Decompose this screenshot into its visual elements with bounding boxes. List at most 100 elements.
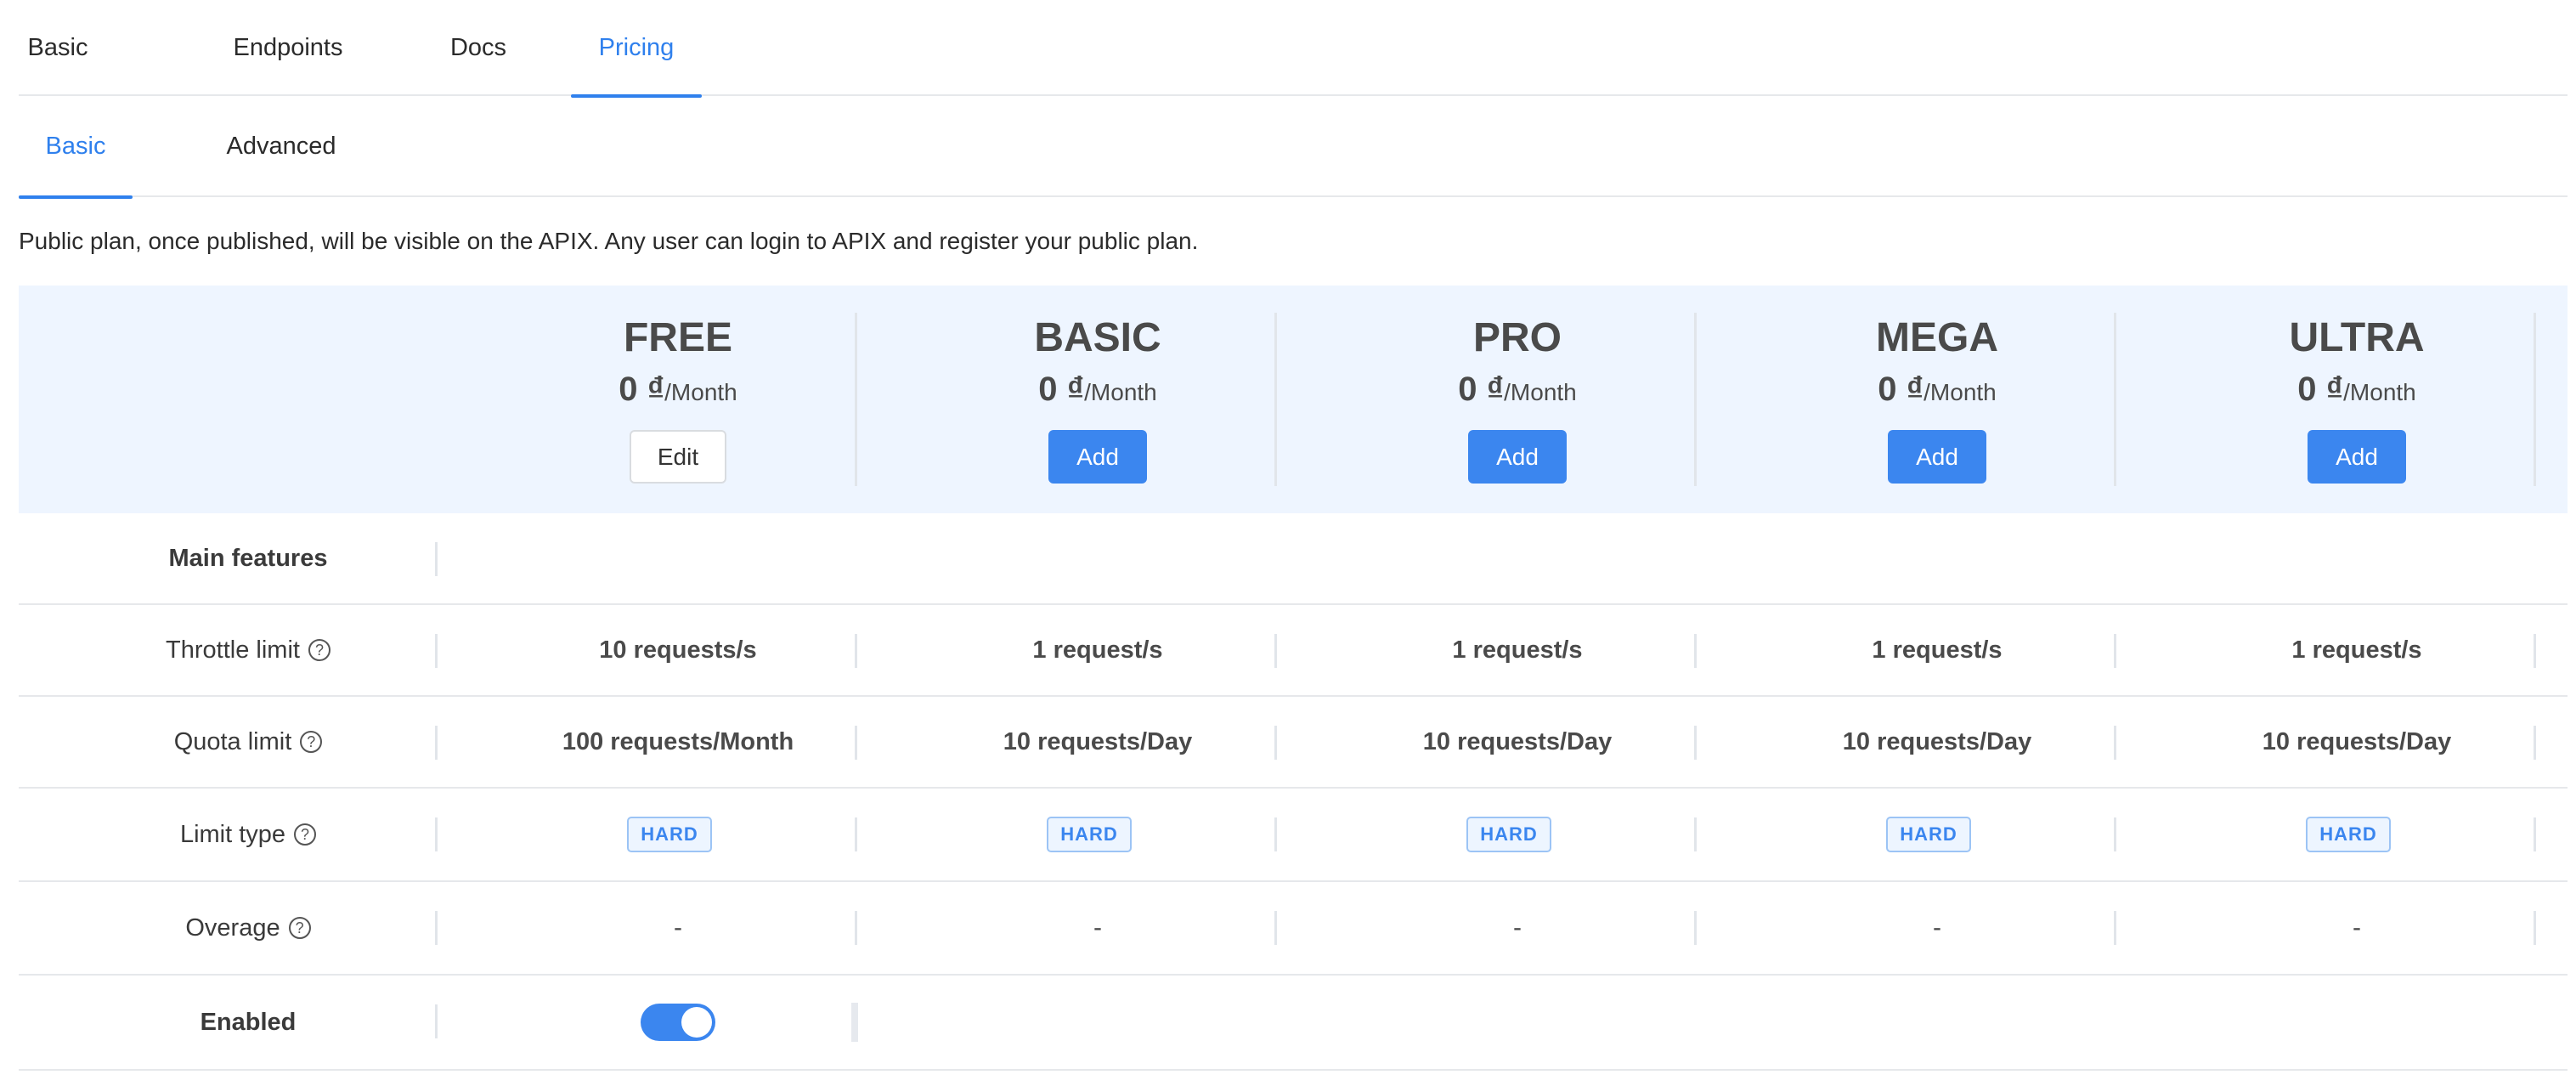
top-tabs: Basic Endpoints Docs Pricing [19, 0, 2568, 98]
throttle-cell: 1 request/s [2291, 636, 2422, 664]
plan-price: 0 ₫/Month [468, 370, 888, 409]
throttle-cell: 1 request/s [1452, 636, 1583, 664]
plan-price: 0 ₫/Month [1727, 370, 2147, 409]
enabled-toggle[interactable] [641, 1004, 715, 1041]
divider [435, 911, 438, 945]
divider [2114, 817, 2116, 851]
quota-cell: 10 requests/Day [1422, 727, 1613, 755]
plan-name: MEGA [1876, 315, 1998, 360]
subtab-advanced[interactable]: Advanced [201, 96, 362, 197]
hard-badge: HARD [1466, 817, 1551, 852]
divider [2534, 911, 2536, 945]
limit-type-label: Limit type ? [19, 789, 477, 880]
help-icon[interactable]: ? [288, 917, 311, 939]
divider [2114, 634, 2116, 668]
price-period: /Month [2343, 379, 2416, 405]
overage-cell: - [1093, 913, 1102, 942]
divider [435, 542, 438, 576]
price-amount: 0 ₫ [1458, 370, 1505, 408]
price-period: /Month [1504, 379, 1577, 405]
sub-tabs: Basic Advanced [19, 96, 2568, 199]
price-amount: 0 ₫ [1038, 370, 1085, 408]
plan-price: 0 ₫/Month [888, 370, 1308, 409]
divider [855, 634, 857, 668]
tab-docs[interactable]: Docs [413, 0, 544, 96]
plan-name: BASIC [1034, 315, 1161, 360]
plan-free: FREE 0 ₫/Month Edit [468, 286, 888, 513]
plan-ultra: ULTRA 0 ₫/Month Add [2147, 286, 2567, 513]
overage-label: Overage ? [19, 882, 477, 974]
divider [2114, 911, 2116, 945]
divider [1694, 911, 1697, 945]
toggle-knob [681, 1007, 712, 1038]
add-plan-button[interactable]: Add [1888, 430, 1986, 484]
divider [1274, 726, 1277, 760]
enabled-label: Enabled [200, 1008, 297, 1036]
help-icon[interactable]: ? [308, 639, 330, 661]
limit-type-cell: HARD [2138, 789, 2558, 880]
throttle-cell: 1 request/s [1032, 636, 1163, 664]
tab-basic[interactable]: Basic [19, 0, 97, 96]
help-icon[interactable]: ? [294, 823, 317, 846]
quota-cell: 10 requests/Day [1003, 727, 1193, 755]
hard-badge: HARD [627, 817, 712, 852]
hard-badge: HARD [2306, 817, 2391, 852]
throttle-label: Throttle limit ? [19, 605, 477, 695]
throttle-label-text: Throttle limit [166, 636, 300, 664]
limit-type-cell: HARD [879, 789, 1299, 880]
add-plan-button[interactable]: Add [2308, 430, 2406, 484]
plan-name: PRO [1472, 315, 1562, 360]
subtab-basic[interactable]: Basic [19, 96, 133, 199]
hard-badge: HARD [1886, 817, 1971, 852]
main-features-row: Main features [19, 513, 2568, 605]
price-amount: 0 ₫ [619, 370, 665, 408]
help-icon[interactable]: ? [300, 731, 323, 753]
price-period: /Month [1084, 379, 1157, 405]
quota-row: Quota limit ? 100 requests/Month 10 requ… [19, 697, 2568, 789]
enabled-cell [468, 976, 888, 1069]
quota-label-text: Quota limit [173, 727, 292, 755]
edit-plan-button[interactable]: Edit [630, 430, 726, 484]
divider [2534, 726, 2536, 760]
main-features-label: Main features [168, 544, 328, 572]
overage-cell: - [674, 913, 682, 942]
throttle-row: Throttle limit ? 10 requests/s 1 request… [19, 605, 2568, 697]
divider [1274, 817, 1277, 851]
plan-pro: PRO 0 ₫/Month Add [1308, 286, 1727, 513]
quota-cell: 10 requests/Day [1842, 727, 2032, 755]
divider [2534, 817, 2536, 851]
divider [1694, 726, 1697, 760]
divider [851, 1003, 858, 1042]
add-plan-button[interactable]: Add [1048, 430, 1147, 484]
divider [435, 1004, 438, 1038]
divider [1274, 313, 1277, 486]
plan-basic: BASIC 0 ₫/Month Add [888, 286, 1308, 513]
add-plan-button[interactable]: Add [1468, 430, 1567, 484]
overage-cell: - [2353, 913, 2361, 942]
divider [1274, 911, 1277, 945]
tab-pricing[interactable]: Pricing [571, 0, 702, 98]
price-period: /Month [1924, 379, 1997, 405]
divider [435, 726, 438, 760]
divider [2114, 313, 2116, 486]
overage-label-text: Overage [185, 913, 280, 942]
overage-cell: - [1933, 913, 1941, 942]
throttle-cell: 10 requests/s [599, 636, 757, 664]
divider [2534, 313, 2536, 486]
divider [1694, 817, 1697, 851]
limit-type-label-text: Limit type [179, 820, 286, 848]
divider [1694, 634, 1697, 668]
tab-endpoints[interactable]: Endpoints [207, 0, 369, 96]
limit-type-cell: HARD [1719, 789, 2138, 880]
limit-type-cell: HARD [1299, 789, 1719, 880]
plan-price: 0 ₫/Month [1308, 370, 1727, 409]
plan-header: FREE 0 ₫/Month Edit BASIC 0 ₫/Month Add … [19, 286, 2568, 513]
pricing-page: Basic Endpoints Docs Pricing Basic Advan… [0, 0, 2576, 1086]
overage-cell: - [1513, 913, 1522, 942]
divider [855, 726, 857, 760]
description-text: Public plan, once published, will be vis… [19, 228, 1199, 254]
quota-cell: 10 requests/Day [2262, 727, 2452, 755]
hard-badge: HARD [1047, 817, 1132, 852]
divider [2534, 634, 2536, 668]
divider [855, 313, 857, 486]
